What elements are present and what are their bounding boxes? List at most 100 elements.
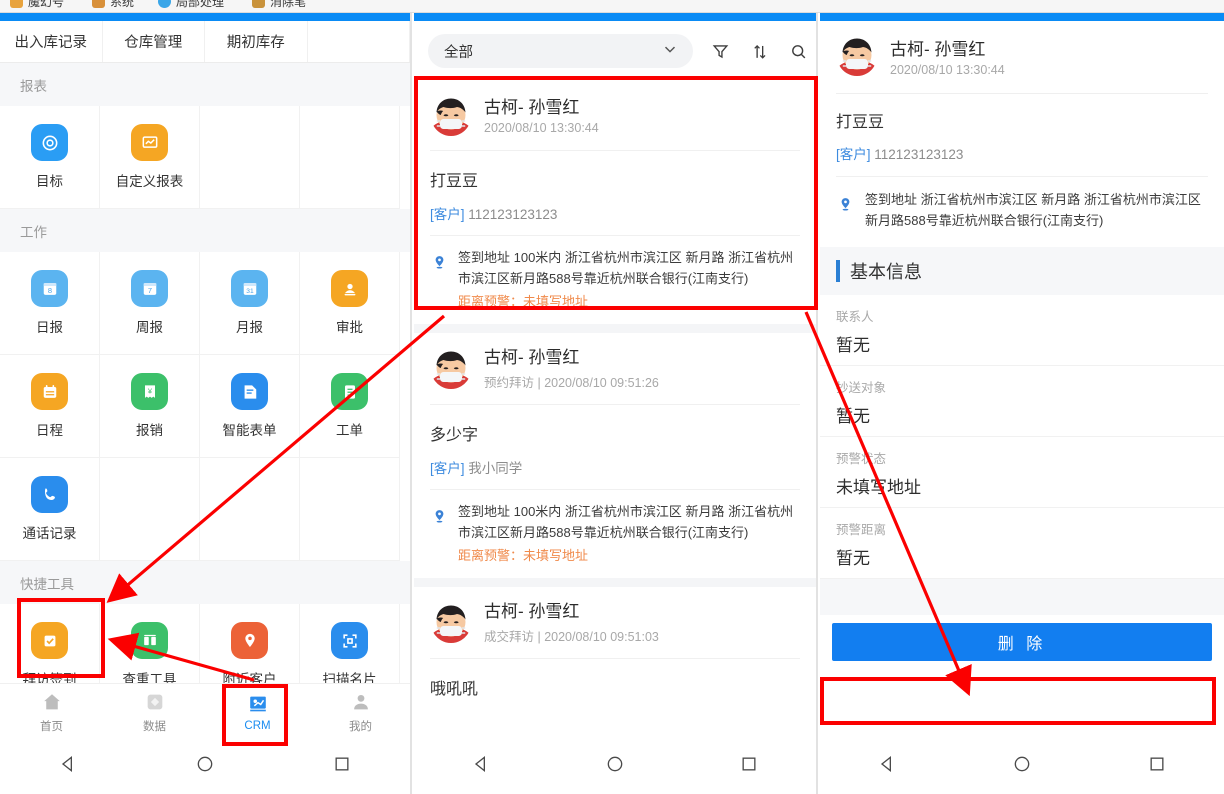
- card-separator: [414, 324, 816, 334]
- android-recents-icon[interactable]: [1144, 751, 1170, 777]
- schedule-icon: [31, 373, 68, 410]
- smart-form-icon: [231, 373, 268, 410]
- sort-icon[interactable]: [748, 40, 770, 62]
- app-tile-empty: [300, 106, 400, 209]
- bookmark-item[interactable]: 魔幻号: [10, 0, 64, 10]
- bottom-tab-label: 数据: [143, 720, 166, 733]
- delete-button[interactable]: 删 除: [832, 623, 1212, 662]
- visit-card-title: 哦吼吼: [430, 681, 479, 699]
- tab-opening-stock[interactable]: 期初库存: [205, 21, 308, 62]
- app-tile-smart-form[interactable]: 智能表单: [200, 355, 300, 458]
- section-accent-bar: [836, 260, 840, 283]
- check-in-icon: [31, 622, 68, 659]
- bookmark-item[interactable]: 系统: [92, 0, 134, 10]
- android-back-icon[interactable]: [55, 751, 81, 777]
- tab-warehouse-mgmt[interactable]: 仓库管理: [103, 21, 205, 62]
- target-icon: [31, 124, 68, 161]
- right-phone-pane: 古柯- 孙雪红 2020/08/10 13:30:44 打豆豆 [客户] 112…: [820, 13, 1224, 794]
- bottom-tab-crm[interactable]: CRM: [206, 684, 309, 739]
- customer-name: 我小同学: [468, 461, 523, 477]
- detail-field-warning-status[interactable]: 预警状态 未填写地址: [820, 437, 1224, 509]
- bottom-tab-label: 我的: [349, 720, 372, 733]
- section-title: 基本信息: [850, 262, 922, 283]
- bookmark-label: 消除笔: [270, 0, 307, 9]
- delete-button-wrap: 删 除: [820, 615, 1224, 670]
- browser-bookmark-bar: 魔幻号 系统 局部处理 消除笔: [0, 0, 1224, 13]
- android-recents-icon[interactable]: [329, 751, 355, 777]
- app-tile-call-log[interactable]: 通话记录: [0, 458, 100, 561]
- detail-field-warning-distance[interactable]: 预警距离 暂无: [820, 508, 1224, 580]
- bookmark-label: 系统: [110, 0, 135, 9]
- visit-card[interactable]: 古柯- 孙雪红 成交拜访 | 2020/08/10 09:51:03 哦吼吼: [414, 587, 816, 710]
- avatar: [836, 35, 878, 77]
- visit-card-address-block: 签到地址 100米内 浙江省杭州市滨江区 新月路 浙江省杭州市滨江区新月路588…: [430, 235, 800, 314]
- app-tile-label: 智能表单: [222, 423, 277, 438]
- app-tile-empty: [100, 458, 200, 561]
- android-home-icon[interactable]: [602, 751, 628, 777]
- svg-text:8: 8: [47, 286, 51, 295]
- app-tile-custom-report[interactable]: 自定义报表: [100, 106, 200, 209]
- left-phone-pane: 出入库记录 仓库管理 期初库存 报表 目标 自定义报表 工作 8 日报 7 周报…: [0, 13, 412, 794]
- customer-name: 112123123123: [468, 207, 558, 222]
- customer-tag: [客户]: [430, 461, 465, 477]
- app-tile-monthly-report[interactable]: 31 月报: [200, 252, 300, 355]
- android-back-icon[interactable]: [874, 751, 900, 777]
- field-label: 联系人: [836, 310, 874, 325]
- detail-field-cc[interactable]: 抄送对象 暂无: [820, 366, 1224, 438]
- bookmark-favicon: [92, 0, 105, 8]
- detail-identity: 古柯- 孙雪红 2020/08/10 13:30:44: [890, 35, 1005, 77]
- app-tile-target[interactable]: 目标: [0, 106, 100, 209]
- android-back-icon[interactable]: [468, 751, 494, 777]
- app-tile-reimbursement[interactable]: ¥ 报销: [100, 355, 200, 458]
- visit-card-customer: [客户] 我小同学: [430, 445, 800, 489]
- android-home-icon[interactable]: [1009, 751, 1035, 777]
- app-tile-work-order[interactable]: 工单: [300, 355, 400, 458]
- avatar: [430, 348, 472, 391]
- android-home-icon[interactable]: [192, 751, 218, 777]
- app-tile-schedule[interactable]: 日程: [0, 355, 100, 458]
- tab-empty: [308, 21, 410, 62]
- bottom-tab-profile[interactable]: 我的: [309, 684, 410, 739]
- app-tile-approval[interactable]: 审批: [300, 252, 400, 355]
- avatar: [430, 95, 472, 137]
- card-separator: [414, 578, 816, 588]
- chevron-down-icon: [661, 40, 679, 62]
- home-icon: [40, 690, 64, 714]
- module-tab-row: 出入库记录 仓库管理 期初库存: [0, 21, 410, 63]
- app-tile-daily-report[interactable]: 8 日报: [0, 252, 100, 355]
- visit-card-identity: 古柯- 孙雪红 预约拜访 | 2020/08/10 09:51:26: [484, 347, 659, 391]
- calendar-day-icon: 8: [31, 270, 68, 307]
- field-label: 预警距离: [836, 523, 887, 538]
- bookmark-item[interactable]: 消除笔: [252, 0, 306, 10]
- bookmark-item[interactable]: 局部处理: [158, 0, 224, 10]
- custom-report-icon: [131, 124, 168, 161]
- call-log-icon: [31, 476, 68, 513]
- app-tile-empty: [200, 106, 300, 209]
- visit-card-warning: 距离预警：未填写地址: [458, 294, 589, 310]
- visit-card[interactable]: 古柯- 孙雪红 2020/08/10 13:30:44 打豆豆 [客户] 112…: [414, 81, 816, 325]
- search-icon[interactable]: [787, 40, 809, 62]
- app-tile-weekly-report[interactable]: 7 周报: [100, 252, 200, 355]
- detail-field-contact[interactable]: 联系人 暂无: [820, 295, 1224, 367]
- bottom-tab-home[interactable]: 首页: [0, 684, 103, 739]
- tab-inout-records[interactable]: 出入库记录: [0, 21, 103, 62]
- bookmark-label: 魔幻号: [28, 0, 65, 9]
- app-tile-label: 自定义报表: [115, 174, 184, 189]
- android-recents-icon[interactable]: [736, 751, 762, 777]
- bottom-tab-label: 首页: [40, 720, 63, 733]
- filter-icon[interactable]: [709, 40, 731, 62]
- visit-card[interactable]: 古柯- 孙雪红 预约拜访 | 2020/08/10 09:51:26 多少字 […: [414, 333, 816, 579]
- filter-dropdown[interactable]: 全部: [428, 34, 693, 68]
- visit-card-identity: 古柯- 孙雪红 2020/08/10 13:30:44: [484, 97, 599, 136]
- app-tile-label: 通话记录: [22, 526, 77, 541]
- visit-card-customer: [客户] 112123123123: [430, 191, 800, 235]
- visit-card-header: 古柯- 孙雪红 2020/08/10 13:30:44: [430, 95, 800, 150]
- detail-summary: 打豆豆 [客户] 112123123123 签到地址 浙江省杭州市滨江区 新月路…: [820, 93, 1224, 245]
- customer-tag: [客户]: [430, 207, 465, 222]
- detail-address: 签到地址 浙江省杭州市滨江区 新月路 浙江省杭州市滨江区新月路588号靠近杭州联…: [865, 192, 1201, 229]
- field-value: 暂无: [836, 549, 870, 569]
- bottom-tab-data[interactable]: 数据: [103, 684, 206, 739]
- status-bar: [414, 13, 816, 21]
- bottom-tab-label: CRM: [244, 719, 271, 732]
- detail-title: 打豆豆: [836, 114, 885, 131]
